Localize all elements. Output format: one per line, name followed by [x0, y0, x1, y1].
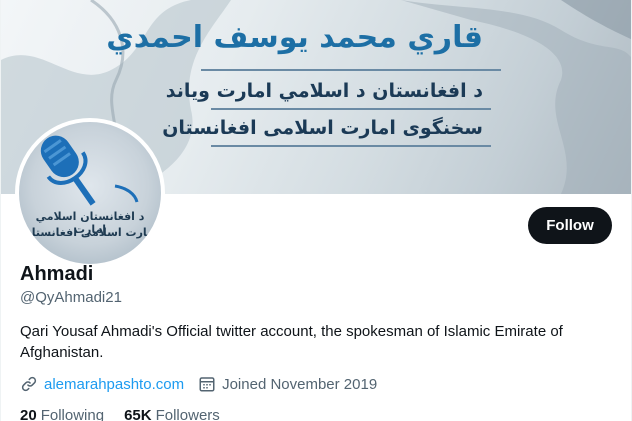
calendar-icon [198, 375, 216, 393]
profile-header: قاري محمد يوسف احمدي د افغانستان د اسلام… [0, 0, 632, 421]
profile-meta: alemarahpashto.com Joined November 2019 [20, 375, 377, 393]
following-count: 20 [20, 407, 37, 421]
avatar[interactable]: د افغانستان اسلامي امارت امارت اسلامی اف… [15, 118, 165, 268]
joined-label: Joined November 2019 [222, 375, 378, 393]
banner-divider [211, 108, 491, 110]
following-link[interactable]: 20 Following [20, 407, 104, 421]
avatar-text-line2: امارت اسلامی افغانستان [22, 226, 158, 239]
website-link[interactable]: alemarahpashto.com [44, 376, 184, 393]
followers-count: 65K [124, 407, 152, 421]
microphone-icon [40, 135, 139, 206]
banner-title: قاري محمد يوسف احمدي [106, 20, 483, 55]
banner-divider [201, 69, 501, 71]
followers-label: Followers [155, 407, 220, 421]
banner-subtitle-dari: سخنگوی امارت اسلامی افغانستان [162, 117, 483, 139]
banner-divider [211, 145, 491, 147]
profile-handle: @QyAhmadi21 [20, 289, 122, 306]
profile-stats: 20 Following 65K Followers [20, 407, 240, 421]
follow-button[interactable]: Follow [528, 207, 612, 244]
profile-name: Ahmadi [20, 263, 94, 285]
joined-date: Joined November 2019 [198, 375, 377, 393]
link-icon [20, 375, 38, 393]
following-label: Following [40, 407, 105, 421]
followers-link[interactable]: 65K Followers [124, 407, 220, 421]
profile-bio: Qari Yousaf Ahmadi's Official twitter ac… [20, 323, 563, 361]
banner-subtitle-pashto: د افغانستان د اسلامي امارت وياند [165, 80, 483, 102]
